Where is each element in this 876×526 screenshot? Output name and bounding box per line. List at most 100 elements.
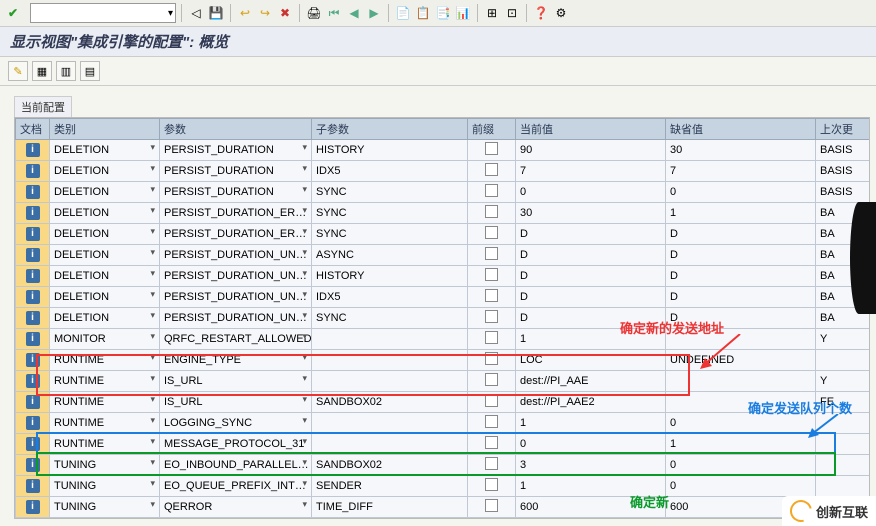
doc-cell[interactable]: i: [16, 476, 50, 497]
param-cell[interactable]: LOGGING_SYNC: [160, 413, 312, 434]
doc-cell[interactable]: i: [16, 140, 50, 161]
sub-cell[interactable]: [312, 434, 468, 455]
checkbox-icon[interactable]: [485, 394, 498, 407]
def-cell[interactable]: 0: [666, 455, 816, 476]
cat-cell[interactable]: DELETION: [50, 266, 160, 287]
prev-page-icon[interactable]: ◀: [345, 4, 363, 22]
def-cell[interactable]: D: [666, 266, 816, 287]
help-icon[interactable]: ❓: [532, 4, 550, 22]
doc-cell[interactable]: i: [16, 245, 50, 266]
sub-cell[interactable]: SENDER: [312, 476, 468, 497]
cat-cell[interactable]: RUNTIME: [50, 350, 160, 371]
doc-cell[interactable]: i: [16, 413, 50, 434]
sub-cell[interactable]: HISTORY: [312, 266, 468, 287]
checkbox-icon[interactable]: [485, 289, 498, 302]
prefix-cell[interactable]: [468, 245, 516, 266]
checkbox-icon[interactable]: [485, 499, 498, 512]
checkbox-icon[interactable]: [485, 352, 498, 365]
cat-cell[interactable]: RUNTIME: [50, 371, 160, 392]
doc-cell[interactable]: i: [16, 224, 50, 245]
sub-cell[interactable]: [312, 413, 468, 434]
cur-cell[interactable]: 1: [516, 413, 666, 434]
cat-cell[interactable]: DELETION: [50, 287, 160, 308]
col-doc[interactable]: 文档: [16, 119, 50, 140]
param-cell[interactable]: PERSIST_DURATION_UN…: [160, 266, 312, 287]
last-cell[interactable]: Y: [816, 329, 871, 350]
param-cell[interactable]: PERSIST_DURATION_ER…: [160, 224, 312, 245]
delimit-icon[interactable]: ▤: [80, 61, 100, 81]
col-prefix[interactable]: 前缀: [468, 119, 516, 140]
sub-cell[interactable]: [312, 329, 468, 350]
last-cell[interactable]: Y: [816, 371, 871, 392]
param-cell[interactable]: IS_URL: [160, 371, 312, 392]
prefix-cell[interactable]: [468, 455, 516, 476]
cat-cell[interactable]: DELETION: [50, 308, 160, 329]
table-row[interactable]: i DELETION PERSIST_DURATION_UN… SYNC D D…: [16, 308, 871, 329]
param-cell[interactable]: IS_URL: [160, 392, 312, 413]
cur-cell[interactable]: dest://PI_AAE2: [516, 392, 666, 413]
copy-icon[interactable]: 📋: [414, 4, 432, 22]
cur-cell[interactable]: 7: [516, 161, 666, 182]
checkbox-icon[interactable]: [485, 247, 498, 260]
command-field[interactable]: ▾: [30, 3, 176, 23]
checkbox-icon[interactable]: [485, 478, 498, 491]
last-cell[interactable]: BASIS: [816, 161, 871, 182]
last-cell[interactable]: BASIS: [816, 140, 871, 161]
cur-cell[interactable]: 30: [516, 203, 666, 224]
doc-cell[interactable]: i: [16, 434, 50, 455]
col-param[interactable]: 参数: [160, 119, 312, 140]
cur-cell[interactable]: dest://PI_AAE: [516, 371, 666, 392]
prefix-cell[interactable]: [468, 434, 516, 455]
col-cur[interactable]: 当前值: [516, 119, 666, 140]
sub-cell[interactable]: SYNC: [312, 308, 468, 329]
sub-cell[interactable]: [312, 371, 468, 392]
cur-cell[interactable]: D: [516, 287, 666, 308]
doc-cell[interactable]: i: [16, 182, 50, 203]
def-cell[interactable]: 1: [666, 434, 816, 455]
doc-cell[interactable]: i: [16, 287, 50, 308]
prefix-cell[interactable]: [468, 371, 516, 392]
cat-cell[interactable]: RUNTIME: [50, 434, 160, 455]
prefix-cell[interactable]: [468, 476, 516, 497]
cat-cell[interactable]: MONITOR: [50, 329, 160, 350]
table-row[interactable]: i TUNING EO_INBOUND_PARALLEL… SANDBOX02 …: [16, 455, 871, 476]
checkbox-icon[interactable]: [485, 226, 498, 239]
def-cell[interactable]: 0: [666, 182, 816, 203]
prefix-cell[interactable]: [468, 413, 516, 434]
cat-cell[interactable]: TUNING: [50, 497, 160, 518]
col-def[interactable]: 缺省值: [666, 119, 816, 140]
col-cat[interactable]: 类别: [50, 119, 160, 140]
settings-icon[interactable]: ⚙: [552, 4, 570, 22]
doc-cell[interactable]: i: [16, 329, 50, 350]
doc-cell[interactable]: i: [16, 497, 50, 518]
prefix-cell[interactable]: [468, 287, 516, 308]
sub-cell[interactable]: SANDBOX02: [312, 455, 468, 476]
param-cell[interactable]: PERSIST_DURATION_UN…: [160, 308, 312, 329]
tool2-icon[interactable]: 📊: [454, 4, 472, 22]
sub-cell[interactable]: TIME_DIFF: [312, 497, 468, 518]
param-cell[interactable]: PERSIST_DURATION_ER…: [160, 203, 312, 224]
prefix-cell[interactable]: [468, 392, 516, 413]
last-cell[interactable]: [816, 455, 871, 476]
cat-cell[interactable]: DELETION: [50, 182, 160, 203]
doc-cell[interactable]: i: [16, 350, 50, 371]
col-last[interactable]: 上次更: [816, 119, 871, 140]
prefix-cell[interactable]: [468, 497, 516, 518]
def-cell[interactable]: 7: [666, 161, 816, 182]
cur-cell[interactable]: 3: [516, 455, 666, 476]
param-cell[interactable]: ENGINE_TYPE: [160, 350, 312, 371]
cat-cell[interactable]: RUNTIME: [50, 413, 160, 434]
sub-cell[interactable]: IDX5: [312, 161, 468, 182]
doc-cell[interactable]: i: [16, 161, 50, 182]
table-row[interactable]: i RUNTIME IS_URL SANDBOX02 dest://PI_AAE…: [16, 392, 871, 413]
checkbox-icon[interactable]: [485, 331, 498, 344]
cancel-icon[interactable]: ✖: [276, 4, 294, 22]
cat-cell[interactable]: TUNING: [50, 476, 160, 497]
col-sub[interactable]: 子参数: [312, 119, 468, 140]
table-row[interactable]: i DELETION PERSIST_DURATION_UN… ASYNC D …: [16, 245, 871, 266]
def-cell[interactable]: D: [666, 224, 816, 245]
def-cell[interactable]: D: [666, 245, 816, 266]
table-row[interactable]: i DELETION PERSIST_DURATION_ER… SYNC 30 …: [16, 203, 871, 224]
doc-cell[interactable]: i: [16, 308, 50, 329]
cur-cell[interactable]: 0: [516, 434, 666, 455]
